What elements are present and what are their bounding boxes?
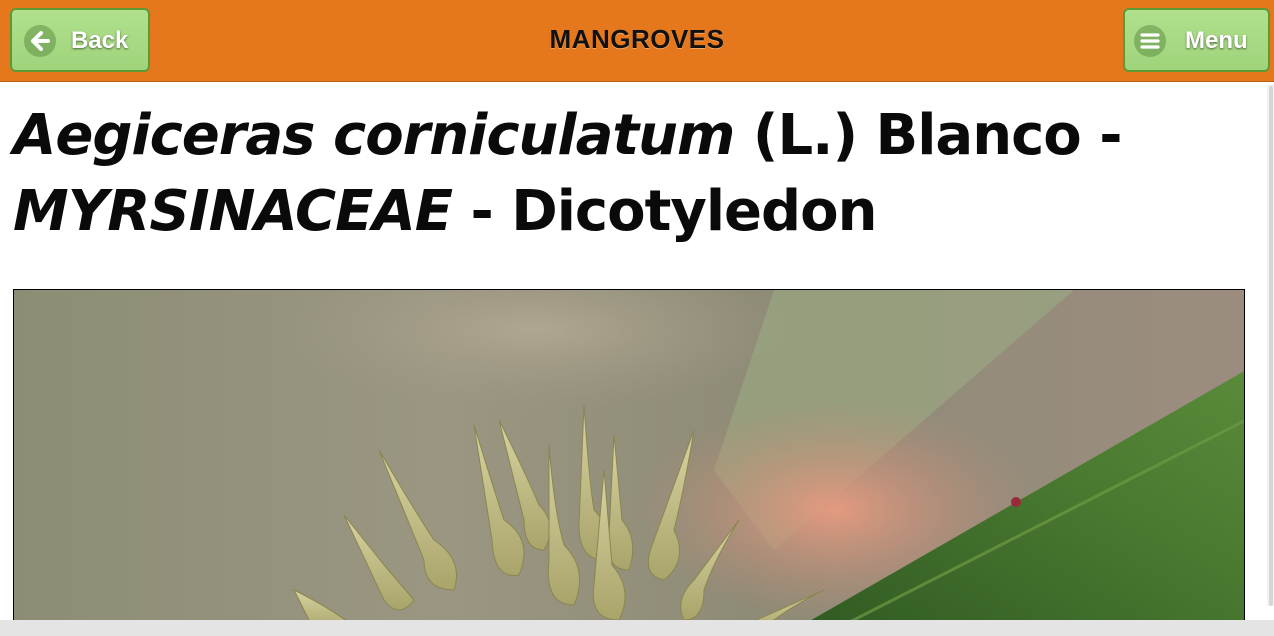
family-name: MYRSINACEAE bbox=[13, 179, 453, 244]
page: Back MANGROVES Menu Aegiceras corniculat… bbox=[0, 0, 1274, 636]
species-heading: Aegiceras corniculatum (L.) Blanco - MYR… bbox=[13, 98, 1233, 250]
menu-button[interactable]: Menu bbox=[1123, 8, 1270, 72]
plant-class: - Dicotyledon bbox=[452, 179, 877, 244]
species-name: Aegiceras corniculatum bbox=[13, 103, 735, 168]
menu-button-label: Menu bbox=[1185, 27, 1248, 54]
scrollbar-thumb[interactable] bbox=[1269, 86, 1273, 606]
species-authority: (L.) Blanco - bbox=[734, 103, 1123, 168]
bottom-scrollbar[interactable] bbox=[0, 620, 1274, 636]
hamburger-circle-icon bbox=[1134, 25, 1166, 57]
page-title: MANGROVES bbox=[549, 24, 725, 54]
flower-buds-photo bbox=[13, 289, 1245, 629]
app-header: Back MANGROVES Menu bbox=[0, 0, 1274, 82]
